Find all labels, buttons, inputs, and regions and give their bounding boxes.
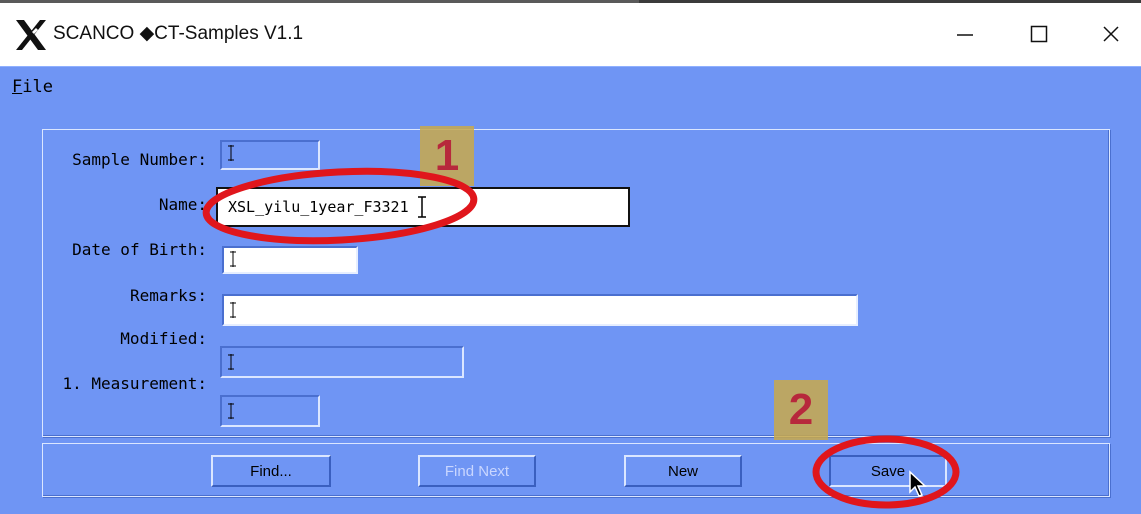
- date-of-birth-label: Date of Birth:: [72, 240, 207, 259]
- sample-number-field[interactable]: [220, 140, 320, 170]
- close-icon: [1103, 26, 1119, 42]
- title-bar: SCANCO ◆CT-Samples V1.1: [0, 0, 1141, 66]
- text-cursor-icon: [228, 403, 234, 419]
- main-area: Sample Number: Name: XSL_yilu_1year_F332…: [0, 105, 1141, 514]
- sample-number-label: Sample Number:: [72, 150, 207, 169]
- maximize-icon: [1030, 25, 1048, 43]
- menu-file-mnemonic: F: [12, 77, 23, 97]
- menu-file[interactable]: File: [12, 77, 53, 97]
- menu-bar: File: [0, 66, 1141, 106]
- maximize-button[interactable]: [1014, 12, 1064, 56]
- text-ibeam-icon: [418, 196, 426, 218]
- x-window-system-icon: [16, 20, 46, 50]
- remarks-label: Remarks:: [129, 286, 207, 305]
- remarks-field[interactable]: [222, 294, 858, 326]
- first-measurement-field: [220, 395, 320, 427]
- text-cursor-icon: [230, 251, 236, 267]
- date-of-birth-field[interactable]: [222, 246, 358, 274]
- text-cursor-icon: [230, 302, 236, 318]
- modified-label: Modified:: [120, 329, 207, 348]
- text-cursor-icon: [228, 145, 234, 161]
- name-value: XSL_yilu_1year_F3321: [228, 198, 409, 216]
- close-button[interactable]: [1086, 12, 1136, 56]
- text-cursor-icon: [228, 354, 234, 370]
- window-title: SCANCO ◆CT-Samples V1.1: [53, 23, 304, 44]
- name-label: Name:: [158, 195, 207, 214]
- minimize-button[interactable]: [940, 12, 990, 56]
- step-1-badge: 1: [420, 126, 474, 186]
- button-panel: Find... Find Next New Save: [42, 443, 1110, 497]
- title-bar-edge: [0, 0, 1141, 3]
- first-measurement-label: 1. Measurement:: [62, 374, 208, 393]
- minimize-icon: [957, 34, 973, 36]
- new-button[interactable]: New: [624, 455, 742, 487]
- name-field[interactable]: XSL_yilu_1year_F3321: [216, 187, 630, 227]
- modified-field: [220, 346, 464, 378]
- step-2-badge: 2: [774, 380, 828, 440]
- find-button[interactable]: Find...: [211, 455, 331, 487]
- mouse-pointer-icon: [909, 470, 927, 497]
- find-next-button[interactable]: Find Next: [418, 455, 536, 487]
- menu-file-label: ile: [22, 77, 53, 97]
